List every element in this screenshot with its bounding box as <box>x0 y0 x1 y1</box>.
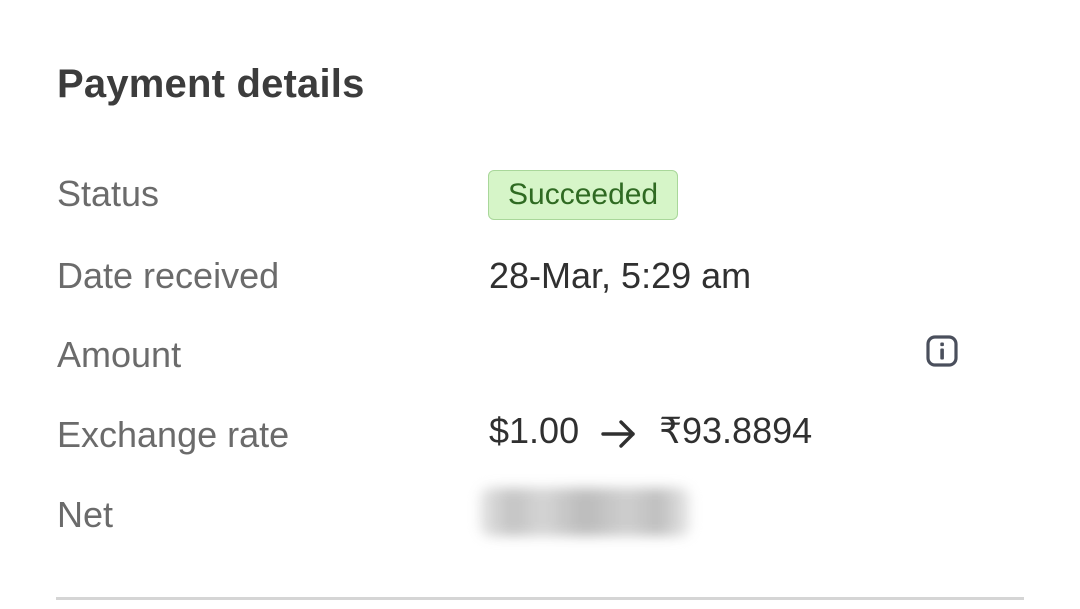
section-title: Payment details <box>57 62 365 106</box>
date-received-label: Date received <box>57 255 280 296</box>
status-badge: Succeeded <box>488 170 679 220</box>
arrow-right-icon <box>601 416 637 448</box>
exchange-rate-to: ₹93.8894 <box>659 410 813 451</box>
exchange-rate-from: $1.00 <box>489 410 580 451</box>
net-value-redacted <box>480 488 690 536</box>
net-label: Net <box>57 494 114 535</box>
amount-label: Amount <box>57 334 182 375</box>
info-icon[interactable] <box>926 335 958 367</box>
divider <box>56 597 1024 600</box>
exchange-rate-label: Exchange rate <box>57 414 290 455</box>
exchange-rate-value: $1.00 ₹93.8894 <box>489 410 812 452</box>
payment-details-panel: Payment details Status Succeeded Date re… <box>0 0 1080 609</box>
date-received-value: 28-Mar, 5:29 am <box>489 255 752 296</box>
status-label: Status <box>57 173 160 214</box>
